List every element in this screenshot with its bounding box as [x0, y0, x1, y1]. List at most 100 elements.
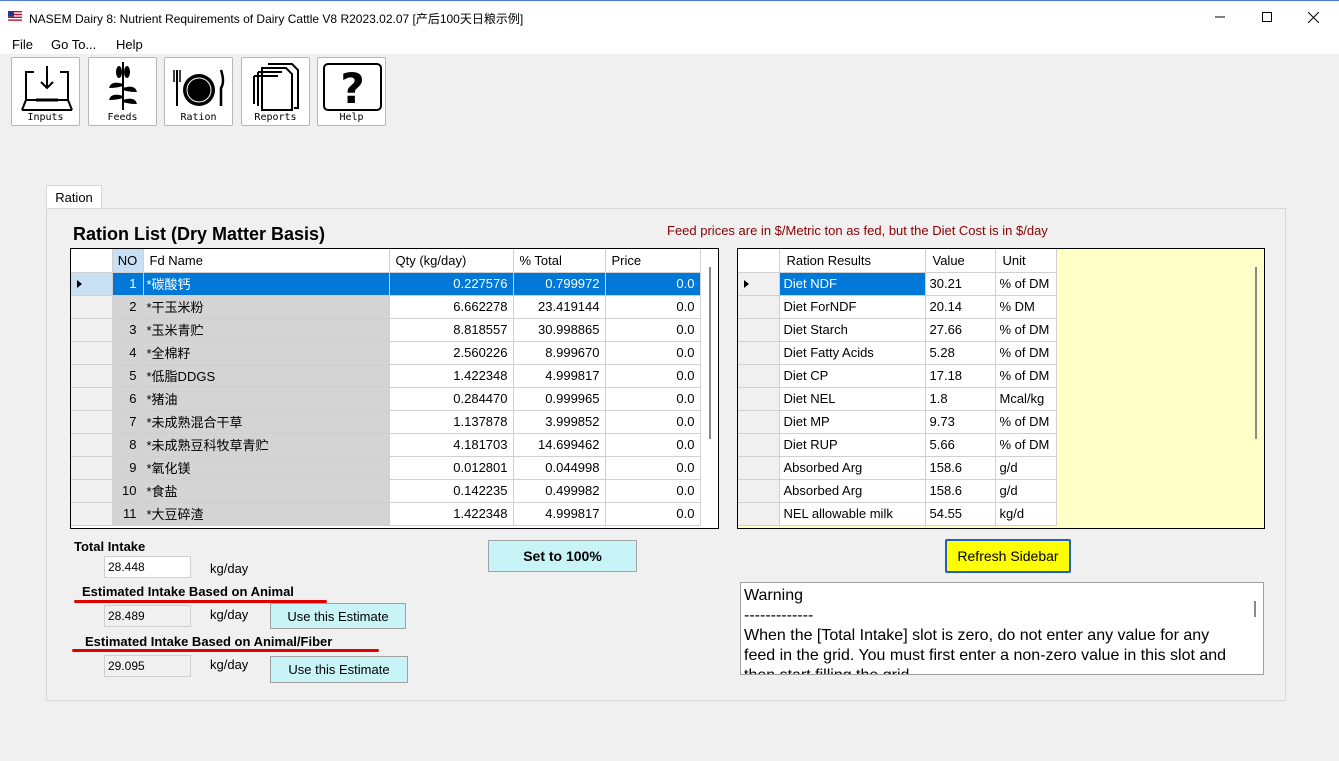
row-header[interactable]: [738, 364, 780, 388]
maximize-button[interactable]: [1244, 1, 1290, 33]
cell-pct-total[interactable]: 0.044998: [513, 456, 606, 480]
col-header-no[interactable]: NO: [112, 249, 144, 273]
cell-pct-total[interactable]: 23.419144: [513, 295, 606, 319]
cell-feed-name[interactable]: *大豆碎渣: [143, 502, 390, 526]
cell-result-value[interactable]: 9.73: [925, 410, 996, 434]
table-row[interactable]: Absorbed Arg 158.6 g/d: [738, 479, 1057, 503]
cell-feed-name[interactable]: *猪油: [143, 387, 390, 411]
row-header[interactable]: [738, 387, 780, 411]
cell-price[interactable]: 0.0: [605, 387, 701, 411]
cell-result-unit[interactable]: g/d: [995, 479, 1057, 503]
cell-result-value[interactable]: 27.66: [925, 318, 996, 342]
ration-scrollbar[interactable]: [709, 267, 711, 439]
row-header[interactable]: [71, 502, 113, 526]
cell-result-value[interactable]: 17.18: [925, 364, 996, 388]
cell-feed-name[interactable]: *碳酸钙: [143, 272, 390, 296]
cell-result-label[interactable]: NEL allowable milk: [779, 502, 926, 526]
table-row[interactable]: Diet RUP 5.66% of DM: [738, 433, 1057, 457]
cell-result-unit[interactable]: % of DM: [995, 341, 1057, 365]
cell-qty[interactable]: 0.284470: [389, 387, 514, 411]
row-header[interactable]: [71, 387, 113, 411]
table-row[interactable]: 7 *未成熟混合干草 1.137878 3.999852 0.0: [71, 410, 701, 434]
cell-no[interactable]: 10: [112, 479, 144, 503]
cell-no[interactable]: 2: [112, 295, 144, 319]
row-header[interactable]: [738, 295, 780, 319]
cell-result-value[interactable]: 30.21: [925, 272, 996, 296]
cell-result-unit[interactable]: kg/d: [995, 502, 1057, 526]
cell-price[interactable]: 0.0: [605, 479, 701, 503]
col-header-value[interactable]: Value: [925, 249, 996, 273]
warning-textbox[interactable]: Warning ------------- When the [Total In…: [740, 582, 1264, 675]
feeds-button[interactable]: Feeds: [88, 57, 157, 126]
cell-result-value[interactable]: 20.14: [925, 295, 996, 319]
warning-scrollbar[interactable]: [1254, 601, 1256, 617]
cell-result-unit[interactable]: g/d: [995, 456, 1057, 480]
menu-file[interactable]: File: [12, 37, 33, 52]
cell-pct-total[interactable]: 3.999852: [513, 410, 606, 434]
col-header-results[interactable]: Ration Results: [779, 249, 926, 273]
cell-no[interactable]: 5: [112, 364, 144, 388]
results-scrollbar[interactable]: [1255, 267, 1257, 439]
row-header[interactable]: [71, 318, 113, 342]
cell-qty[interactable]: 1.137878: [389, 410, 514, 434]
cell-result-label[interactable]: Diet CP: [779, 364, 926, 388]
row-header[interactable]: [71, 295, 113, 319]
row-header[interactable]: [71, 410, 113, 434]
use-animal-estimate-button[interactable]: Use this Estimate: [270, 603, 406, 629]
cell-pct-total[interactable]: 30.998865: [513, 318, 606, 342]
table-row[interactable]: Diet Fatty Acids 5.28% of DM: [738, 341, 1057, 365]
table-row[interactable]: Diet ForNDF 20.14% DM: [738, 295, 1057, 319]
cell-result-unit[interactable]: Mcal/kg: [995, 387, 1057, 411]
cell-qty[interactable]: 8.818557: [389, 318, 514, 342]
set-to-100-button[interactable]: Set to 100%: [488, 540, 637, 572]
cell-feed-name[interactable]: *玉米青贮: [143, 318, 390, 342]
cell-qty[interactable]: 0.227576: [389, 272, 514, 296]
row-header[interactable]: [71, 341, 113, 365]
inputs-button[interactable]: Inputs: [11, 57, 80, 126]
row-header[interactable]: [738, 433, 780, 457]
cell-result-value[interactable]: 54.55: [925, 502, 996, 526]
minimize-button[interactable]: [1197, 1, 1243, 33]
cell-price[interactable]: 0.0: [605, 341, 701, 365]
cell-price[interactable]: 0.0: [605, 295, 701, 319]
cell-feed-name[interactable]: *食盐: [143, 479, 390, 503]
cell-feed-name[interactable]: *未成熟豆科牧草青贮: [143, 433, 390, 457]
cell-no[interactable]: 7: [112, 410, 144, 434]
cell-pct-total[interactable]: 4.999817: [513, 364, 606, 388]
cell-result-unit[interactable]: % DM: [995, 295, 1057, 319]
cell-feed-name[interactable]: *干玉米粉: [143, 295, 390, 319]
cell-qty[interactable]: 0.012801: [389, 456, 514, 480]
cell-result-label[interactable]: Diet RUP: [779, 433, 926, 457]
table-row[interactable]: 4 *全棉籽 2.560226 8.999670 0.0: [71, 341, 701, 365]
row-header[interactable]: [738, 502, 780, 526]
cell-no[interactable]: 1: [112, 272, 144, 296]
cell-qty[interactable]: 4.181703: [389, 433, 514, 457]
cell-pct-total[interactable]: 4.999817: [513, 502, 606, 526]
use-fiber-estimate-button[interactable]: Use this Estimate: [270, 656, 408, 683]
cell-pct-total[interactable]: 0.499982: [513, 479, 606, 503]
table-row[interactable]: 3 *玉米青贮 8.818557 30.998865 0.0: [71, 318, 701, 342]
results-grid[interactable]: Ration Results Value Unit Diet NDF 30.21%…: [737, 248, 1265, 529]
table-row[interactable]: 2 *干玉米粉 6.662278 23.419144 0.0: [71, 295, 701, 319]
cell-feed-name[interactable]: *氧化镁: [143, 456, 390, 480]
table-row[interactable]: Diet MP 9.73% of DM: [738, 410, 1057, 434]
col-header-qty[interactable]: Qty (kg/day): [389, 249, 514, 273]
cell-no[interactable]: 3: [112, 318, 144, 342]
row-header[interactable]: [71, 364, 113, 388]
cell-qty[interactable]: 0.142235: [389, 479, 514, 503]
row-header[interactable]: [738, 456, 780, 480]
cell-result-label[interactable]: Absorbed Arg: [779, 479, 926, 503]
cell-qty[interactable]: 1.422348: [389, 502, 514, 526]
menu-help[interactable]: Help: [116, 37, 143, 52]
col-header-unit[interactable]: Unit: [995, 249, 1057, 273]
table-row[interactable]: 10 *食盐 0.142235 0.499982 0.0: [71, 479, 701, 503]
row-header[interactable]: [738, 318, 780, 342]
cell-no[interactable]: 9: [112, 456, 144, 480]
cell-no[interactable]: 4: [112, 341, 144, 365]
row-header[interactable]: [71, 456, 113, 480]
cell-result-label[interactable]: Absorbed Arg: [779, 456, 926, 480]
cell-feed-name[interactable]: *未成熟混合干草: [143, 410, 390, 434]
close-button[interactable]: [1290, 1, 1336, 33]
cell-result-label[interactable]: Diet Fatty Acids: [779, 341, 926, 365]
row-header[interactable]: [738, 272, 780, 296]
